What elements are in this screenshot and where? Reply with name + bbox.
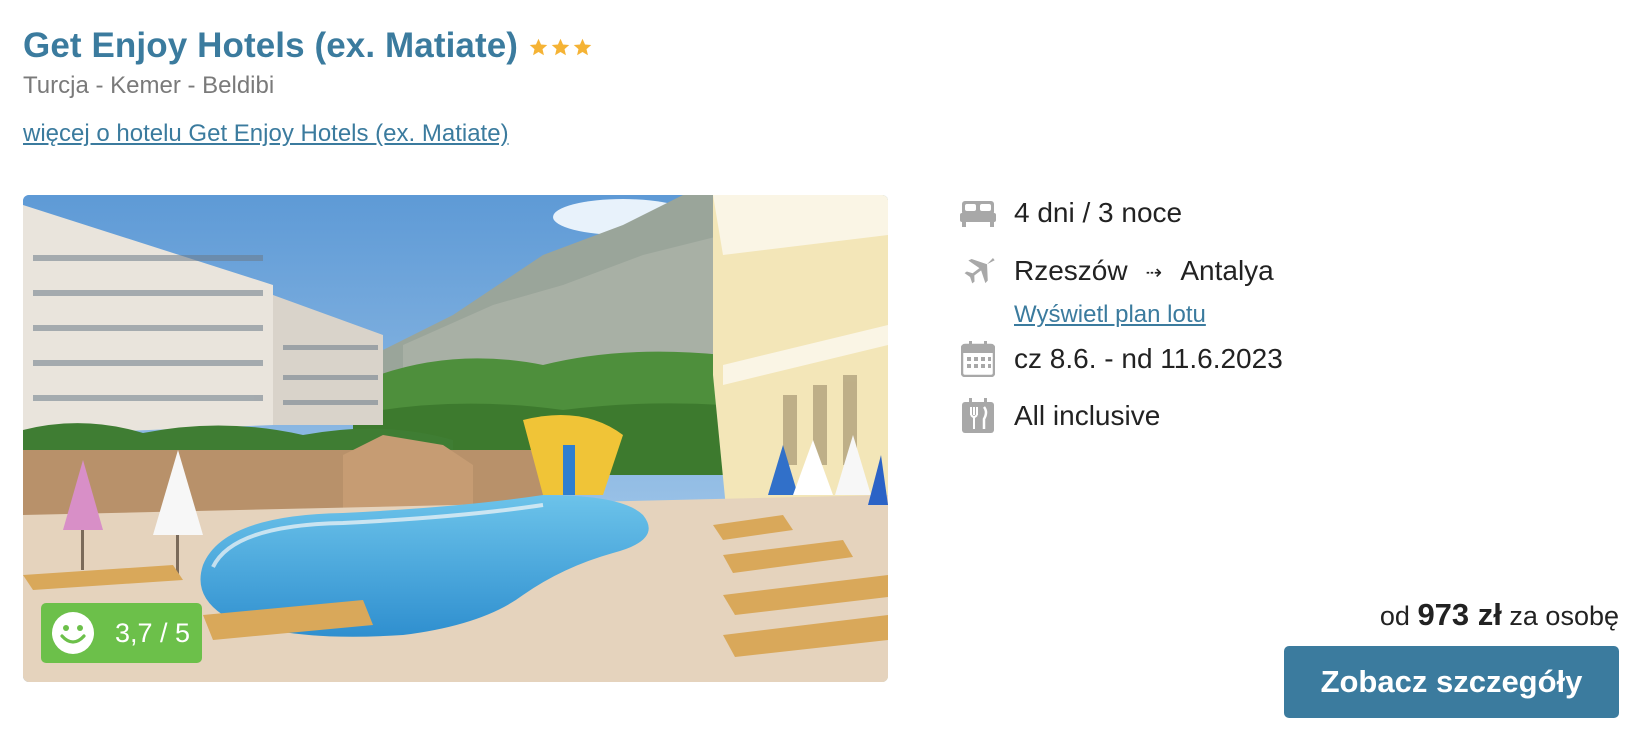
- price-amount: 973 zł: [1417, 597, 1502, 632]
- see-details-button[interactable]: Zobacz szczegóły: [1284, 646, 1619, 718]
- offer-card: Get Enjoy Hotels (ex. Matiate) Turcja - …: [0, 0, 1632, 750]
- price-suffix: za osobę: [1509, 601, 1619, 631]
- star-icon: [551, 38, 570, 55]
- arrow-right-icon: ⇢: [1145, 262, 1163, 285]
- hotel-title[interactable]: Get Enjoy Hotels (ex. Matiate): [23, 24, 518, 68]
- smiley-icon: [52, 612, 94, 654]
- bed-icon: [960, 195, 996, 231]
- rating-badge: 3,7 / 5: [41, 603, 202, 663]
- star-icon: [529, 38, 548, 55]
- flight-plan-link[interactable]: Wyświetl plan lotu: [1014, 301, 1206, 329]
- route-from: Rzeszów: [1014, 255, 1128, 286]
- plane-icon: [960, 253, 996, 289]
- calendar-icon: [960, 341, 996, 377]
- dates-row: cz 8.6. - nd 11.6.2023: [960, 341, 1283, 377]
- flight-row: Rzeszów ⇢ Antalya: [960, 253, 1274, 289]
- price-line: od 973 zł za osobę: [1380, 597, 1619, 633]
- hotel-location: Turcja - Kemer - Beldibi: [23, 72, 275, 99]
- board-row: All inclusive: [960, 398, 1160, 434]
- duration-row: 4 dni / 3 noce: [960, 195, 1182, 231]
- cutlery-icon: [960, 398, 996, 434]
- title-row: Get Enjoy Hotels (ex. Matiate): [23, 24, 593, 68]
- board-text: All inclusive: [1014, 400, 1161, 431]
- more-about-hotel-link[interactable]: więcej o hotelu Get Enjoy Hotels (ex. Ma…: [23, 120, 509, 148]
- route-to: Antalya: [1180, 255, 1274, 286]
- star-rating: [528, 37, 593, 58]
- star-icon: [573, 38, 592, 55]
- route-text: Rzeszów ⇢ Antalya: [1014, 255, 1274, 287]
- price-prefix: od: [1379, 601, 1410, 631]
- duration-text: 4 dni / 3 noce: [1014, 197, 1183, 228]
- rating-value: 3,7 / 5: [115, 617, 191, 648]
- dates-text: cz 8.6. - nd 11.6.2023: [1014, 343, 1283, 374]
